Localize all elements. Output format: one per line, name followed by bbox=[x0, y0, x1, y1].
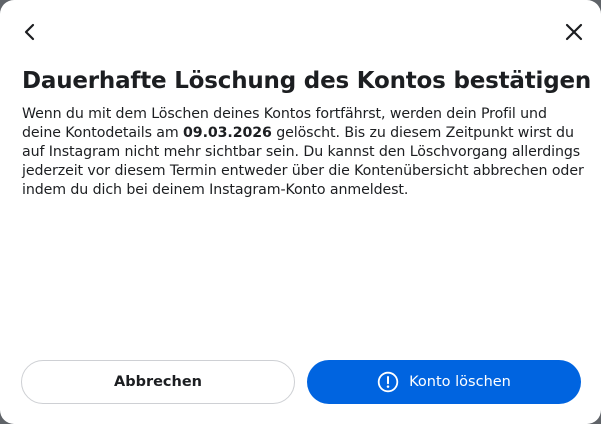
cancel-button-label: Abbrechen bbox=[113, 374, 203, 390]
delete-account-dialog: Dauerhafte Löschung des Kontos bestätige… bbox=[0, 0, 601, 424]
dialog-description: Wenn du mit dem Löschen deines Kontos fo… bbox=[22, 105, 587, 200]
close-button[interactable] bbox=[561, 19, 587, 45]
cancel-button[interactable]: Abbrechen bbox=[21, 360, 295, 404]
alert-circle-icon bbox=[377, 371, 399, 393]
delete-account-button[interactable]: Konto löschen bbox=[307, 360, 581, 404]
close-icon bbox=[565, 23, 583, 41]
dialog-title: Dauerhafte Löschung des Kontos bestätige… bbox=[22, 68, 592, 94]
chevron-left-icon bbox=[24, 23, 35, 41]
deletion-date: 09.03.2026 bbox=[183, 125, 272, 141]
delete-account-button-label: Konto löschen bbox=[409, 374, 511, 390]
back-button[interactable] bbox=[17, 19, 43, 45]
